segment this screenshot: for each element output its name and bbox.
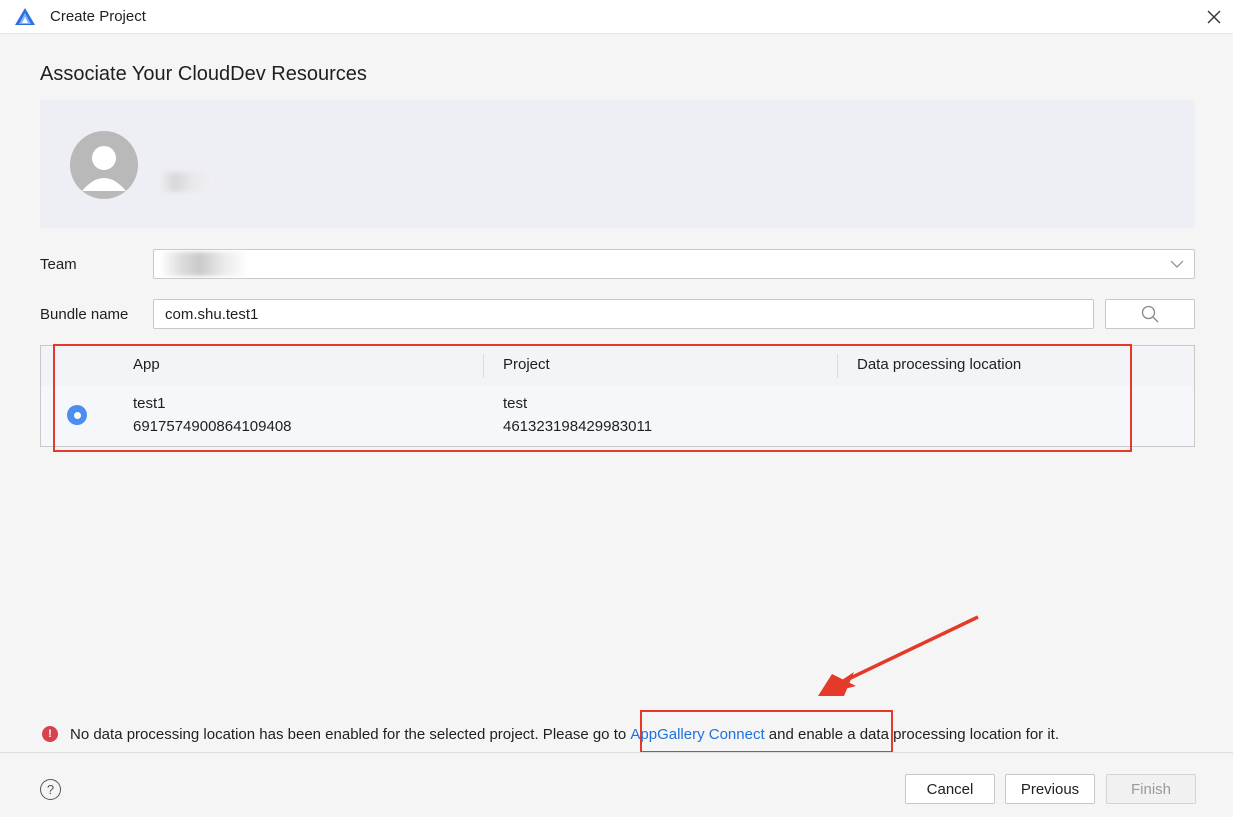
close-icon [1207, 10, 1221, 24]
account-panel [40, 100, 1195, 228]
warning-text-before: No data processing location has been ena… [70, 725, 627, 743]
team-label: Team [40, 256, 77, 273]
table-row[interactable]: test1 6917574900864109408 test 461323198… [41, 386, 1194, 446]
page-title: Associate Your CloudDev Resources [40, 63, 367, 85]
row-select-radio[interactable] [67, 405, 87, 425]
bundle-name-label: Bundle name [40, 306, 129, 323]
annotation-arrow-icon [818, 615, 979, 696]
project-name: test [503, 395, 528, 412]
team-value-redacted [160, 252, 248, 276]
app-name: test1 [133, 395, 166, 412]
app-id: 6917574900864109408 [133, 418, 292, 435]
team-select[interactable] [153, 249, 1195, 279]
help-button[interactable]: ? [40, 779, 61, 800]
user-avatar-icon [70, 131, 138, 199]
appgallery-connect-link[interactable]: AppGallery Connect [630, 726, 764, 743]
column-header-location: Data processing location [857, 356, 1022, 373]
previous-button[interactable]: Previous [1005, 774, 1095, 804]
finish-button[interactable]: Finish [1106, 774, 1196, 804]
search-icon [1141, 305, 1159, 323]
column-divider [837, 354, 838, 378]
column-divider [483, 354, 484, 378]
cancel-button[interactable]: Cancel [905, 774, 995, 804]
title-bar: Create Project [0, 0, 1233, 34]
warning-message: ! No data processing location has been e… [42, 723, 1059, 745]
error-icon: ! [42, 726, 58, 742]
search-button[interactable] [1105, 299, 1195, 329]
account-name-redacted [158, 172, 214, 192]
chevron-down-icon [1170, 260, 1184, 268]
warning-text-after: and enable a data processing location fo… [768, 725, 1059, 743]
close-button[interactable] [1201, 4, 1227, 30]
bundle-name-input[interactable] [153, 299, 1094, 329]
table-header: App Project Data processing location [41, 346, 1194, 386]
deveco-logo-icon [15, 8, 35, 25]
window-title: Create Project [50, 8, 146, 25]
resources-table: App Project Data processing location tes… [40, 345, 1195, 447]
help-icon: ? [46, 782, 55, 797]
dialog-footer: ? Cancel Previous Finish [0, 752, 1233, 817]
column-header-app: App [133, 356, 160, 373]
radio-checked-dot [73, 411, 81, 419]
column-header-project: Project [503, 356, 550, 373]
project-id: 461323198429983011 [503, 418, 653, 435]
